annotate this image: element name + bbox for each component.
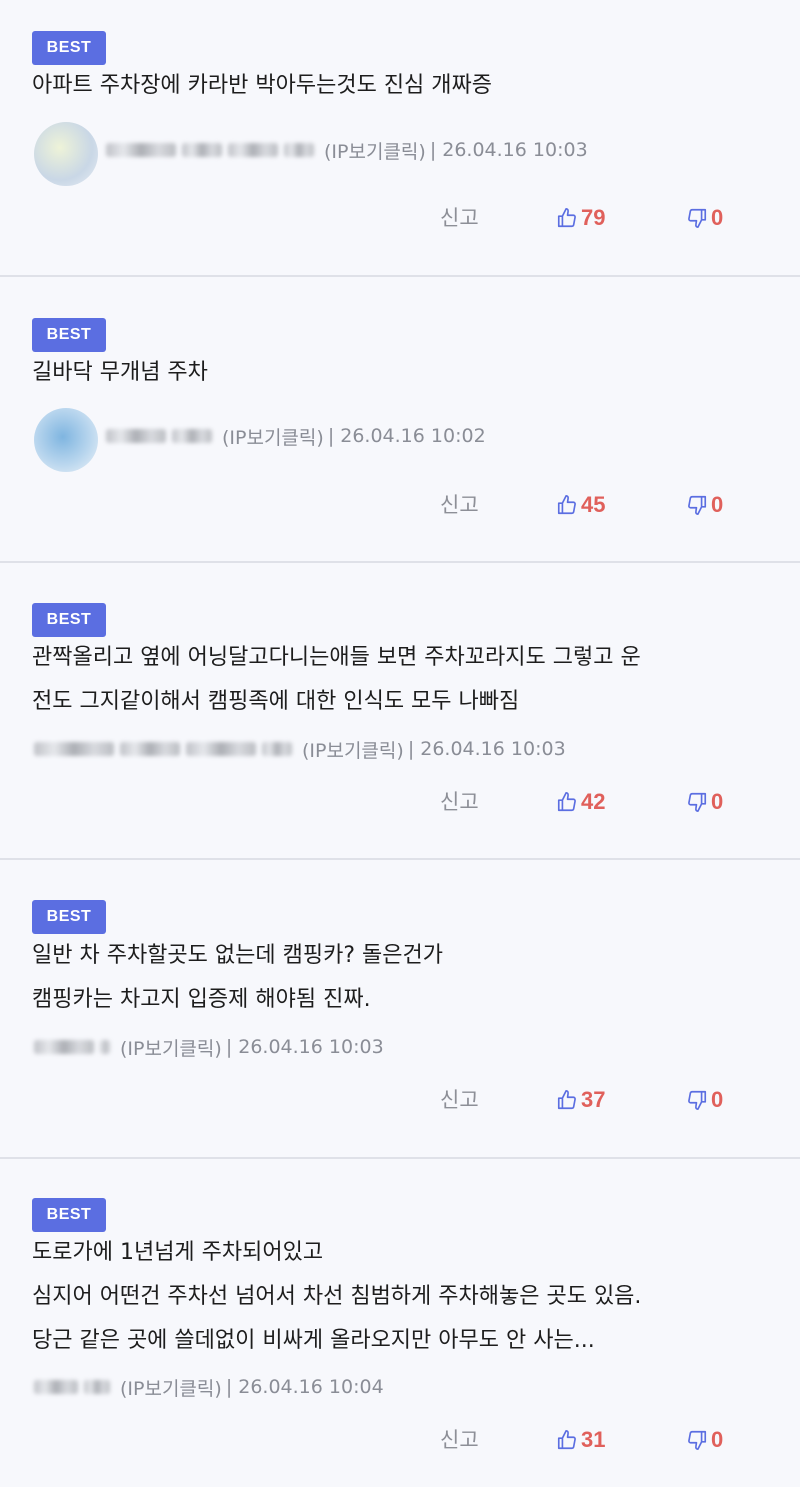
comment-actions: 신고 37 0	[0, 1080, 800, 1120]
comment-actions: 신고 79 0	[0, 198, 800, 238]
ip-view-link[interactable]: (IP보기클릭)	[222, 423, 324, 450]
dislike-button[interactable]: 0	[686, 782, 723, 822]
ip-view-link[interactable]: (IP보기클릭)	[302, 736, 404, 763]
redacted-nickname-icon	[106, 429, 166, 443]
ip-view-link[interactable]: (IP보기클릭)	[324, 137, 426, 164]
like-button[interactable]: 42	[556, 782, 605, 822]
comment-line: 길바닥 무개념 주차	[32, 360, 208, 385]
dislike-count: 0	[711, 1427, 724, 1452]
redacted-nickname-icon	[106, 143, 176, 157]
comment-actions: 신고 31 0	[0, 1420, 800, 1460]
timestamp: | 26.04.16 10:03	[225, 1036, 384, 1058]
report-button[interactable]: 신고	[440, 485, 479, 525]
best-badge: BEST	[32, 1198, 106, 1232]
comment-meta: (IP보기클릭) | 26.04.16 10:04	[34, 1367, 384, 1407]
like-count: 42	[581, 789, 606, 814]
comment-line: 심지어 어떤건 주차선 넘어서 차선 침범하게 주차해놓은 곳도 있음.	[32, 1284, 642, 1309]
dislike-button[interactable]: 0	[686, 1420, 723, 1460]
like-button[interactable]: 31	[556, 1420, 605, 1460]
redacted-nickname-icon	[100, 1040, 110, 1054]
report-button[interactable]: 신고	[440, 1080, 479, 1120]
comment-line: 아파트 주차장에 카라반 박아두는것도 진심 개짜증	[32, 73, 493, 98]
comment-line: 전도 그지같이해서 캠핑족에 대한 인식도 모두 나빠짐	[32, 689, 520, 714]
comment-line: 일반 차 주차할곳도 없는데 캠핑카? 돌은건가	[32, 943, 443, 968]
redacted-nickname-icon	[186, 742, 256, 756]
redacted-nickname-icon	[34, 1040, 94, 1054]
thumbs-down-icon	[688, 1090, 707, 1110]
best-badge: BEST	[32, 603, 106, 637]
dislike-button[interactable]: 0	[686, 485, 723, 525]
like-button[interactable]: 45	[556, 485, 605, 525]
comment-meta: (IP보기클릭) | 26.04.16 10:03	[34, 1027, 384, 1067]
timestamp: | 26.04.16 10:03	[429, 139, 588, 161]
redacted-nickname-icon	[284, 143, 314, 157]
thumbs-down-icon	[688, 495, 707, 515]
comment-text: 아파트 주차장에 카라반 박아두는것도 진심 개짜증	[32, 64, 772, 108]
avatar[interactable]	[34, 408, 98, 472]
like-button[interactable]: 37	[556, 1080, 605, 1120]
avatar[interactable]	[34, 122, 98, 186]
timestamp: | 26.04.16 10:03	[407, 738, 566, 760]
report-button[interactable]: 신고	[440, 1420, 479, 1460]
thumbs-up-icon	[557, 792, 576, 812]
redacted-nickname-icon	[182, 143, 222, 157]
comment-line: 당근 같은 곳에 쓸데없이 비싸게 올라오지만 아무도 안 사는...	[32, 1328, 595, 1353]
comment-actions: 신고 45 0	[0, 485, 800, 525]
comment-meta: (IP보기클릭) | 26.04.16 10:03	[34, 729, 566, 769]
ip-view-link[interactable]: (IP보기클릭)	[120, 1034, 222, 1061]
comment-item: BEST 아파트 주차장에 카라반 박아두는것도 진심 개짜증 (IP보기클릭)…	[0, 0, 800, 277]
dislike-count: 0	[711, 205, 724, 230]
like-count: 45	[581, 492, 606, 517]
comment-line: 캠핑카는 차고지 입증제 해야됨 진짜.	[32, 987, 371, 1012]
comment-text: 관짝올리고 옆에 어닝달고다니는애들 보면 주차꼬라지도 그렇고 운 전도 그지…	[32, 636, 772, 724]
like-count: 31	[581, 1427, 606, 1452]
comment-text: 일반 차 주차할곳도 없는데 캠핑카? 돌은건가 캠핑카는 차고지 입증제 해야…	[32, 934, 772, 1022]
redacted-nickname-icon	[84, 1380, 110, 1394]
like-count: 37	[581, 1087, 606, 1112]
dislike-count: 0	[711, 1087, 724, 1112]
best-badge: BEST	[32, 31, 106, 65]
thumbs-down-icon	[688, 792, 707, 812]
redacted-nickname-icon	[120, 742, 180, 756]
dislike-button[interactable]: 0	[686, 1080, 723, 1120]
comment-item: BEST 도로가에 1년넘게 주차되어있고 심지어 어떤건 주차선 넘어서 차선…	[0, 1159, 800, 1487]
thumbs-up-icon	[557, 495, 576, 515]
redacted-nickname-icon	[228, 143, 278, 157]
redacted-nickname-icon	[34, 1380, 78, 1394]
thumbs-up-icon	[557, 1430, 576, 1450]
thumbs-down-icon	[688, 1430, 707, 1450]
best-badge: BEST	[32, 900, 106, 934]
timestamp: | 26.04.16 10:02	[327, 425, 486, 447]
thumbs-up-icon	[557, 208, 576, 228]
dislike-count: 0	[711, 492, 724, 517]
comment-line: 도로가에 1년넘게 주차되어있고	[32, 1240, 324, 1265]
thumbs-up-icon	[557, 1090, 576, 1110]
dislike-count: 0	[711, 789, 724, 814]
comment-item: BEST 일반 차 주차할곳도 없는데 캠핑카? 돌은건가 캠핑카는 차고지 입…	[0, 860, 800, 1159]
comment-actions: 신고 42 0	[0, 782, 800, 822]
comment-item: BEST 관짝올리고 옆에 어닝달고다니는애들 보면 주차꼬라지도 그렇고 운 …	[0, 563, 800, 860]
like-button[interactable]: 79	[556, 198, 605, 238]
comment-line: 관짝올리고 옆에 어닝달고다니는애들 보면 주차꼬라지도 그렇고 운	[32, 645, 641, 670]
report-button[interactable]: 신고	[440, 198, 479, 238]
thumbs-down-icon	[688, 208, 707, 228]
redacted-nickname-icon	[262, 742, 292, 756]
comment-text: 도로가에 1년넘게 주차되어있고 심지어 어떤건 주차선 넘어서 차선 침범하게…	[32, 1231, 772, 1363]
comment-meta: (IP보기클릭) | 26.04.16 10:03	[34, 122, 588, 186]
ip-view-link[interactable]: (IP보기클릭)	[120, 1374, 222, 1401]
redacted-nickname-icon	[172, 429, 212, 443]
redacted-nickname-icon	[34, 742, 114, 756]
report-button[interactable]: 신고	[440, 782, 479, 822]
dislike-button[interactable]: 0	[686, 198, 723, 238]
comment-meta: (IP보기클릭) | 26.04.16 10:02	[34, 408, 486, 472]
like-count: 79	[581, 205, 606, 230]
comment-item: BEST 길바닥 무개념 주차 (IP보기클릭) | 26.04.16 10:0…	[0, 277, 800, 563]
comment-text: 길바닥 무개념 주차	[32, 351, 772, 395]
timestamp: | 26.04.16 10:04	[225, 1376, 384, 1398]
best-badge: BEST	[32, 318, 106, 352]
